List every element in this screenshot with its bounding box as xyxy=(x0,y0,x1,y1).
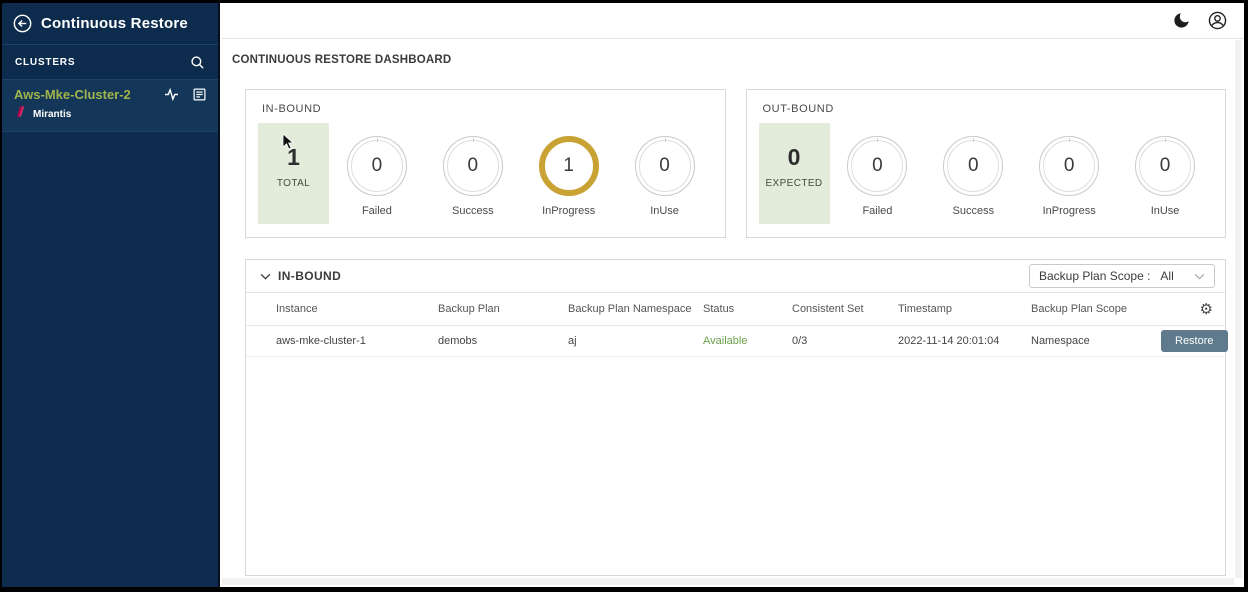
chevron-down-icon[interactable] xyxy=(260,273,271,280)
col-header-consistent-set: Consistent Set xyxy=(792,303,898,315)
col-header-backup-plan-namespace: Backup Plan Namespace xyxy=(568,303,703,315)
clusters-label: CLUSTERS xyxy=(15,57,75,68)
outbound-panel-title: OUT-BOUND xyxy=(763,103,1214,115)
col-header-backup-plan: Backup Plan xyxy=(438,303,568,315)
stat-circle: 0 xyxy=(443,136,503,196)
user-account-icon[interactable] xyxy=(1207,10,1228,31)
page-title: CONTINUOUS RESTORE DASHBOARD xyxy=(232,54,1244,66)
stat-value: 0 xyxy=(447,140,499,192)
sidebar: Continuous Restore CLUSTERS Aws-Mke-Clus… xyxy=(2,3,220,587)
backup-plan-scope-dropdown[interactable]: Backup Plan Scope : All xyxy=(1029,264,1215,288)
stat-circle: 0 xyxy=(943,136,1003,196)
vertical-scrollbar[interactable] xyxy=(1235,40,1242,578)
stat-value: 0 xyxy=(1043,140,1095,192)
stat-label: Success xyxy=(953,205,995,217)
inbound-section-toggle[interactable]: IN-BOUND xyxy=(260,269,341,283)
outbound-stat-success: 0 Success xyxy=(925,123,1021,217)
stat-value: 0 xyxy=(351,140,403,192)
main-content: CONTINUOUS RESTORE DASHBOARD IN-BOUND 1 … xyxy=(222,3,1244,587)
cell-backup-plan-scope: Namespace xyxy=(1031,335,1161,347)
inbound-panel: IN-BOUND 1 TOTAL 0 Failed 0 xyxy=(245,89,726,238)
back-icon[interactable] xyxy=(13,14,32,33)
stat-value: 0 xyxy=(851,140,903,192)
cell-status: Available xyxy=(703,335,792,347)
sidebar-title: Continuous Restore xyxy=(41,15,188,32)
stat-circle: 0 xyxy=(847,136,907,196)
outbound-expected-box: 0 EXPECTED xyxy=(759,123,830,224)
cell-instance: aws-mke-cluster-1 xyxy=(246,335,438,347)
inbound-stat-success: 0 Success xyxy=(425,123,521,217)
cluster-provider-row: Mirantis xyxy=(14,105,206,123)
stat-value: 0 xyxy=(639,140,691,192)
inbound-panel-title: IN-BOUND xyxy=(262,103,713,115)
table-header-row: Instance Backup Plan Backup Plan Namespa… xyxy=(246,293,1225,326)
col-header-status: Status xyxy=(703,303,792,315)
summary-panels: IN-BOUND 1 TOTAL 0 Failed 0 xyxy=(245,89,1226,238)
inbound-total-box: 1 TOTAL xyxy=(258,123,329,224)
outbound-panel: OUT-BOUND 0 EXPECTED 0 Failed 0 xyxy=(746,89,1227,238)
stat-label: Success xyxy=(452,205,494,217)
mirantis-logo-icon xyxy=(14,105,27,123)
sidebar-item-cluster[interactable]: Aws-Mke-Cluster-2 xyxy=(2,80,218,132)
stat-label: InProgress xyxy=(542,205,595,217)
dark-mode-moon-icon[interactable] xyxy=(1172,11,1191,30)
outbound-stats-row: 0 EXPECTED 0 Failed 0 Success xyxy=(759,123,1214,224)
cluster-item-row: Aws-Mke-Cluster-2 xyxy=(14,87,206,102)
cell-backup-plan-namespace: aj xyxy=(568,335,703,347)
outbound-stat-failed: 0 Failed xyxy=(830,123,926,217)
stat-value: 0 xyxy=(947,140,999,192)
cell-backup-plan: demobs xyxy=(438,335,568,347)
col-header-instance: Instance xyxy=(246,303,438,315)
outbound-expected-value: 0 xyxy=(788,144,801,171)
stat-circle-highlighted: 1 xyxy=(539,136,599,196)
cluster-name[interactable]: Aws-Mke-Cluster-2 xyxy=(14,87,131,102)
search-icon[interactable] xyxy=(190,55,205,70)
stat-circle: 0 xyxy=(1135,136,1195,196)
col-header-backup-plan-scope: Backup Plan Scope xyxy=(1031,303,1161,315)
inbound-stat-failed: 0 Failed xyxy=(329,123,425,217)
table-settings-gear-icon[interactable]: ⚙ xyxy=(1161,302,1225,317)
inbound-table-section: IN-BOUND Backup Plan Scope : All Instanc… xyxy=(245,259,1226,576)
sidebar-header: Continuous Restore xyxy=(2,3,218,44)
stat-label: InUse xyxy=(1151,205,1180,217)
inbound-section-header: IN-BOUND Backup Plan Scope : All xyxy=(246,260,1225,293)
scope-filter-value: All xyxy=(1160,269,1173,283)
stat-label: InUse xyxy=(650,205,679,217)
table-row: aws-mke-cluster-1 demobs aj Available 0/… xyxy=(246,326,1225,357)
stat-label: InProgress xyxy=(1043,205,1096,217)
stat-label: Failed xyxy=(362,205,392,217)
restore-button[interactable]: Restore xyxy=(1161,330,1228,352)
stat-circle: 0 xyxy=(1039,136,1099,196)
topbar xyxy=(222,3,1244,39)
scope-filter-label: Backup Plan Scope : xyxy=(1039,269,1150,283)
stat-circle: 0 xyxy=(347,136,407,196)
report-icon[interactable] xyxy=(193,88,206,101)
cluster-provider-label: Mirantis xyxy=(33,109,71,120)
inbound-total-label: TOTAL xyxy=(277,178,310,189)
activity-icon[interactable] xyxy=(164,88,179,101)
stat-value: 0 xyxy=(1139,140,1191,192)
horizontal-scrollbar[interactable] xyxy=(222,578,1234,585)
cell-timestamp: 2022-11-14 20:01:04 xyxy=(898,335,1031,347)
outbound-stat-inuse: 0 InUse xyxy=(1117,123,1213,217)
inbound-stat-inprogress: 1 InProgress xyxy=(521,123,617,217)
outbound-expected-label: EXPECTED xyxy=(765,178,822,189)
inbound-stat-inuse: 0 InUse xyxy=(617,123,713,217)
stat-value: 1 xyxy=(545,140,593,192)
stat-circle: 0 xyxy=(635,136,695,196)
stat-label: Failed xyxy=(862,205,892,217)
inbound-stats-row: 1 TOTAL 0 Failed 0 Success xyxy=(258,123,713,224)
cell-action: Restore xyxy=(1161,330,1238,352)
col-header-timestamp: Timestamp xyxy=(898,303,1031,315)
cell-consistent-set: 0/3 xyxy=(792,335,898,347)
inbound-section-title: IN-BOUND xyxy=(278,269,341,283)
outbound-stat-inprogress: 0 InProgress xyxy=(1021,123,1117,217)
clusters-bar: CLUSTERS xyxy=(2,44,218,80)
cluster-item-icons xyxy=(164,88,206,101)
app-window: Continuous Restore CLUSTERS Aws-Mke-Clus… xyxy=(0,0,1248,592)
chevron-down-icon xyxy=(1180,273,1205,280)
inbound-total-value: 1 xyxy=(287,144,300,171)
